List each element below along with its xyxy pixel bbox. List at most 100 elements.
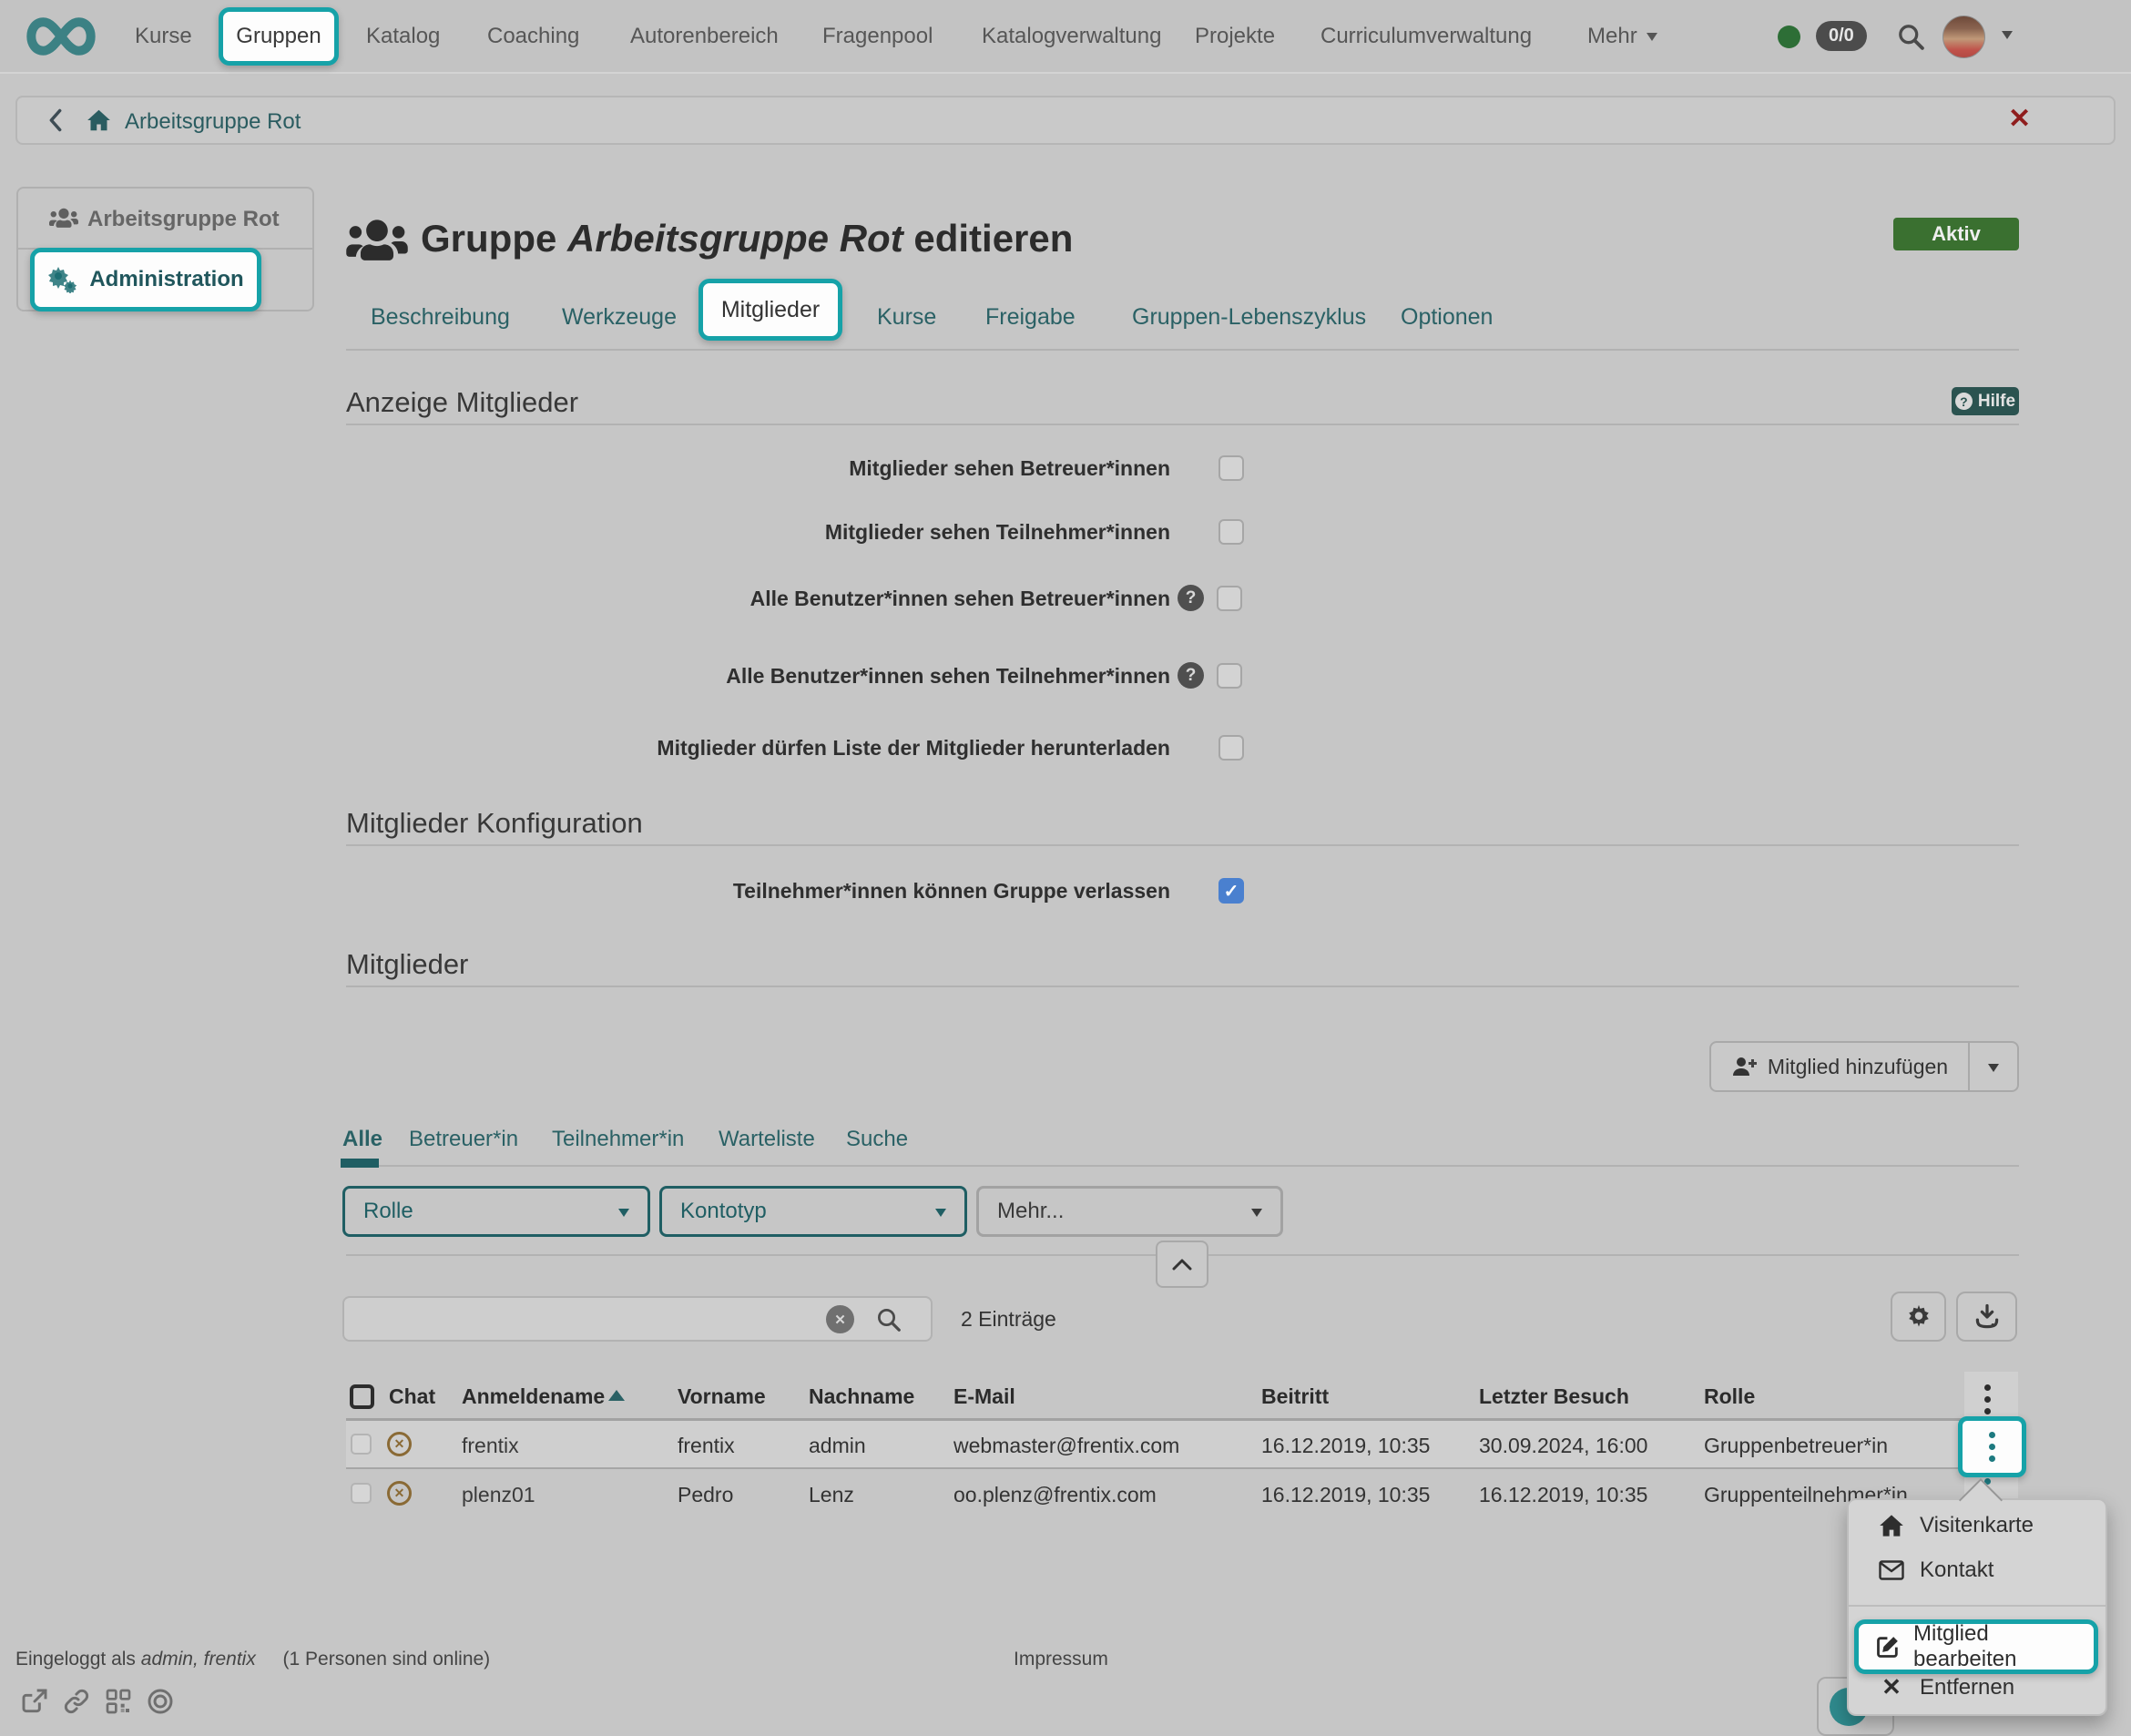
help-circle-icon[interactable] — [1178, 585, 1204, 611]
checkbox-liste-herunterladen[interactable] — [1218, 735, 1244, 761]
target-icon[interactable] — [146, 1687, 175, 1716]
row-checkbox[interactable] — [351, 1434, 372, 1455]
close-icon[interactable]: ✕ — [2008, 103, 2031, 135]
checkbox-mitglieder-sehen-teilnehmer[interactable] — [1218, 519, 1244, 545]
group-icon — [49, 207, 78, 230]
home-icon[interactable] — [87, 108, 111, 132]
subtab-suche[interactable]: Suche — [846, 1127, 908, 1152]
select-all-checkbox[interactable] — [350, 1384, 374, 1409]
chevron-down-icon — [935, 1209, 946, 1222]
menu-item-kontakt[interactable]: Kontakt — [1876, 1557, 1993, 1583]
add-member-button[interactable]: Mitglied hinzufügen — [1711, 1043, 1968, 1090]
filter-kontotyp[interactable]: Kontotyp — [659, 1186, 967, 1237]
chat-counter-badge[interactable]: 0/0 — [1816, 21, 1867, 51]
help-circle-icon[interactable] — [1178, 662, 1204, 689]
edit-icon — [1875, 1634, 1901, 1659]
page-title: Gruppe Arbeitsgruppe Rot editieren — [421, 217, 1073, 260]
nav-item-fragenpool[interactable]: Fragenpool — [822, 0, 933, 72]
menu-item-mitglied-bearbeiten[interactable]: Mitglied bearbeiten — [1854, 1619, 2098, 1674]
menu-divider — [1849, 1605, 2106, 1607]
person-plus-icon — [1731, 1056, 1757, 1077]
search-icon[interactable] — [875, 1306, 902, 1333]
collapse-filters-button[interactable] — [1156, 1241, 1208, 1288]
nav-item-katalogverwaltung[interactable]: Katalogverwaltung — [982, 0, 1161, 72]
chat-unavailable-icon — [387, 1481, 412, 1506]
tabs-divider — [346, 349, 2019, 351]
breadcrumb-current[interactable]: Arbeitsgruppe Rot — [125, 109, 301, 135]
sidebar-item-administration[interactable]: Administration — [30, 248, 261, 311]
chevron-down-icon — [618, 1209, 629, 1222]
tab-werkzeuge[interactable]: Werkzeuge — [562, 304, 677, 331]
cell-vorname-link[interactable]: Pedro — [678, 1483, 733, 1507]
section-divider — [346, 424, 2019, 425]
subtab-alle[interactable]: Alle — [342, 1127, 382, 1152]
nav-item-mehr[interactable]: Mehr — [1587, 0, 1657, 72]
add-member-dropdown-button[interactable] — [1968, 1043, 2017, 1090]
sidebar-item-group[interactable]: Arbeitsgruppe Rot — [87, 207, 280, 232]
nav-item-curriculumverwaltung[interactable]: Curriculumverwaltung — [1320, 0, 1532, 72]
row-actions-button[interactable] — [1958, 1416, 2026, 1477]
nav-item-kurse[interactable]: Kurse — [135, 0, 192, 72]
tab-optionen[interactable]: Optionen — [1401, 304, 1493, 331]
openolat-logo-icon[interactable] — [22, 14, 100, 59]
tab-kurse[interactable]: Kurse — [877, 304, 936, 331]
back-chevron-icon[interactable] — [45, 107, 66, 133]
menu-item-entfernen[interactable]: ✕ Entfernen — [1876, 1673, 2014, 1701]
nav-item-katalog[interactable]: Katalog — [366, 0, 440, 72]
checkbox-gruppe-verlassen[interactable] — [1218, 878, 1244, 904]
table-search-input[interactable] — [342, 1296, 933, 1342]
table-export-button[interactable] — [1956, 1292, 2017, 1342]
checkbox-alle-sehen-teilnehmer[interactable] — [1217, 663, 1242, 689]
share-icon[interactable] — [20, 1687, 49, 1716]
cell-nachname-link[interactable]: Lenz — [809, 1483, 854, 1507]
column-header-rolle[interactable]: Rolle — [1704, 1384, 1755, 1409]
link-icon[interactable] — [62, 1687, 91, 1716]
column-header-nachname[interactable]: Nachname — [809, 1384, 914, 1409]
subtab-warteliste[interactable]: Warteliste — [719, 1127, 815, 1152]
clear-search-icon[interactable] — [826, 1305, 854, 1333]
user-avatar[interactable] — [1942, 15, 1985, 58]
nav-item-coaching[interactable]: Coaching — [487, 0, 579, 72]
column-header-chat[interactable]: Chat — [389, 1384, 435, 1409]
cell-beitritt: 16.12.2019, 10:35 — [1261, 1483, 1430, 1507]
row-checkbox[interactable] — [351, 1483, 372, 1504]
search-icon[interactable] — [1896, 22, 1926, 52]
tab-freigabe[interactable]: Freigabe — [985, 304, 1076, 331]
column-header-anmeldename[interactable]: Anmeldename — [462, 1384, 605, 1409]
subtab-teilnehmer[interactable]: Teilnehmer*in — [552, 1127, 684, 1152]
filter-rolle[interactable]: Rolle — [342, 1186, 650, 1237]
option-row: Mitglieder sehen Betreuer*innen — [346, 455, 1244, 481]
chevron-down-icon — [1647, 33, 1657, 46]
menu-item-visitenkarte[interactable]: Visitenkarte — [1876, 1513, 2034, 1538]
column-header-letzter-besuch[interactable]: Letzter Besuch — [1479, 1384, 1629, 1409]
help-button[interactable]: ? Hilfe — [1952, 387, 2019, 415]
checkbox-alle-sehen-betreuer[interactable] — [1217, 586, 1242, 611]
footer-username: admin, frentix — [141, 1649, 256, 1670]
column-header-vorname[interactable]: Vorname — [678, 1384, 766, 1409]
subtab-betreuer[interactable]: Betreuer*in — [409, 1127, 518, 1152]
checkbox-mitglieder-sehen-betreuer[interactable] — [1218, 455, 1244, 481]
sort-asc-icon[interactable] — [608, 1390, 625, 1401]
column-options-icon[interactable] — [1984, 1382, 1991, 1417]
page-title-group-name: Arbeitsgruppe Rot — [567, 217, 903, 260]
table-settings-button[interactable] — [1891, 1292, 1946, 1342]
entry-count: 2 Einträge — [961, 1307, 1056, 1332]
tab-beschreibung[interactable]: Beschreibung — [371, 304, 510, 331]
nav-item-gruppen[interactable]: Gruppen — [219, 7, 339, 66]
nav-item-autorenbereich[interactable]: Autorenbereich — [630, 0, 779, 72]
cell-anmeldename: plenz01 — [462, 1483, 535, 1507]
cell-nachname-link[interactable]: admin — [809, 1434, 866, 1458]
user-menu-chevron-icon[interactable] — [2002, 27, 2013, 46]
tab-mitglieder[interactable]: Mitglieder — [698, 279, 842, 341]
column-header-email[interactable]: E-Mail — [953, 1384, 1015, 1409]
filter-mehr[interactable]: Mehr... — [976, 1186, 1283, 1237]
group-title-icon — [346, 217, 408, 266]
footer-impressum-link[interactable]: Impressum — [1014, 1649, 1108, 1670]
cell-vorname-link[interactable]: frentix — [678, 1434, 735, 1458]
nav-item-projekte[interactable]: Projekte — [1195, 0, 1275, 72]
column-header-beitritt[interactable]: Beitritt — [1261, 1384, 1329, 1409]
qr-code-icon[interactable] — [104, 1687, 133, 1716]
tab-gruppen-lebenszyklus[interactable]: Gruppen-Lebenszyklus — [1132, 304, 1366, 331]
section-title-anzeige: Anzeige Mitglieder — [346, 386, 578, 419]
option-row: Teilnehmer*innen können Gruppe verlassen — [346, 878, 1244, 904]
